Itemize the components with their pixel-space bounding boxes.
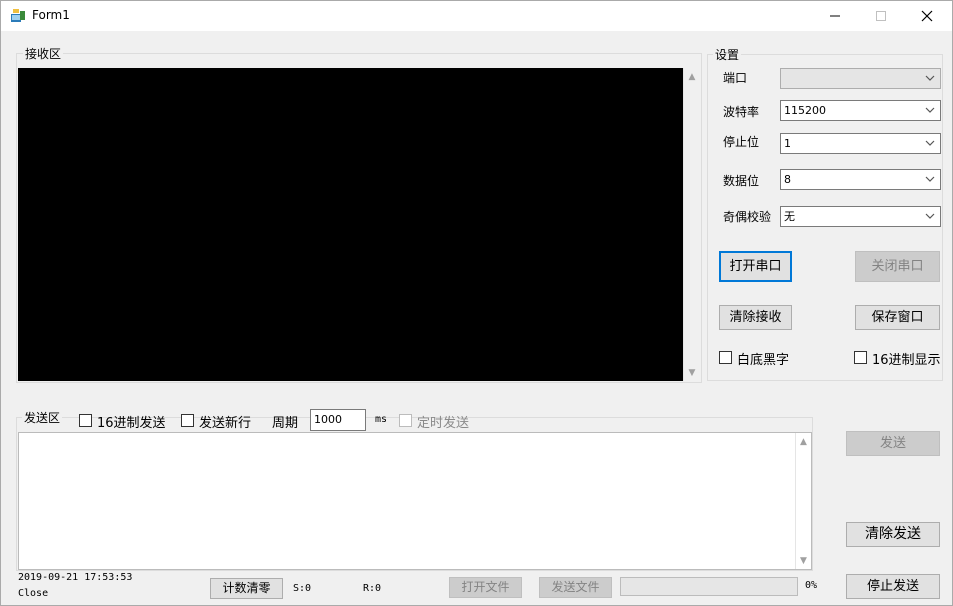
chevron-down-icon	[925, 176, 935, 182]
file-progress-bar	[620, 577, 798, 596]
save-window-button[interactable]: 保存窗口	[855, 305, 940, 330]
white-bg-checkbox[interactable]	[719, 351, 732, 364]
title-bar: Form1	[1, 1, 952, 31]
timed-send-checkbox[interactable]	[399, 414, 412, 427]
period-label: 周期	[272, 416, 299, 431]
scroll-down-icon[interactable]: ▼	[684, 367, 700, 379]
connection-state-text: Close	[18, 588, 49, 599]
send-newline-checkbox[interactable]	[181, 414, 194, 427]
main-window: Form1 接收区 ▲ ▼ 设置 端口 波特率 115200 停止位 1 数据位…	[0, 0, 953, 606]
close-icon	[921, 10, 933, 22]
baud-select[interactable]: 115200	[780, 100, 941, 121]
scroll-up-icon[interactable]: ▲	[796, 436, 811, 448]
datetime-text: 2019-09-21 17:53:53	[18, 572, 133, 583]
minimize-button[interactable]	[812, 1, 858, 31]
stopbits-select[interactable]: 1	[780, 133, 941, 154]
receive-textarea[interactable]	[18, 68, 683, 381]
stopbits-value: 1	[784, 137, 791, 150]
scroll-down-icon[interactable]: ▼	[796, 555, 811, 567]
databits-label: 数据位	[723, 174, 760, 188]
clear-receive-button[interactable]: 清除接收	[719, 305, 792, 330]
stop-send-button[interactable]: 停止发送	[846, 574, 940, 599]
chevron-down-icon	[925, 213, 935, 219]
clear-send-button[interactable]: 清除发送	[846, 522, 940, 547]
port-select[interactable]	[780, 68, 941, 89]
databits-value: 8	[784, 173, 791, 186]
close-window-button[interactable]	[904, 1, 950, 31]
port-label: 端口	[723, 71, 748, 85]
hex-send-label: 16进制发送	[97, 416, 166, 431]
open-file-button[interactable]: 打开文件	[449, 577, 522, 598]
minimize-icon	[830, 15, 840, 17]
receive-group-label: 接收区	[23, 45, 64, 62]
hex-display-checkbox[interactable]	[854, 351, 867, 364]
open-port-button[interactable]: 打开串口	[719, 251, 792, 282]
progress-percent-text: 0%	[805, 580, 818, 591]
hex-display-label: 16进制显示	[872, 353, 941, 368]
send-count-text: S:0	[293, 583, 312, 594]
white-bg-label: 白底黑字	[737, 353, 790, 368]
receive-count-text: R:0	[363, 583, 382, 594]
send-textarea[interactable]	[18, 432, 812, 570]
window-title: Form1	[32, 8, 70, 22]
stopbits-label: 停止位	[723, 135, 760, 149]
maximize-button[interactable]	[858, 1, 904, 31]
hex-send-checkbox[interactable]	[79, 414, 92, 427]
parity-value: 无	[784, 210, 795, 223]
timed-send-label: 定时发送	[417, 416, 470, 431]
send-file-button[interactable]: 发送文件	[539, 577, 612, 598]
parity-label: 奇偶校验	[723, 210, 772, 224]
app-icon	[10, 9, 26, 23]
ms-label: ms	[375, 414, 388, 425]
baud-value: 115200	[784, 104, 826, 117]
reset-count-button[interactable]: 计数清零	[210, 578, 283, 599]
chevron-down-icon	[925, 107, 935, 113]
databits-select[interactable]: 8	[780, 169, 941, 190]
parity-select[interactable]: 无	[780, 206, 941, 227]
send-group-label: 发送区	[22, 409, 63, 426]
settings-group-label: 设置	[713, 46, 742, 63]
chevron-down-icon	[925, 75, 935, 81]
send-button[interactable]: 发送	[846, 431, 940, 456]
scroll-up-icon[interactable]: ▲	[684, 71, 700, 83]
maximize-icon	[876, 11, 886, 21]
baud-label: 波特率	[723, 105, 760, 119]
send-scrollbar[interactable]: ▲ ▼	[795, 433, 811, 569]
send-newline-label: 发送新行	[199, 416, 252, 431]
receive-scrollbar[interactable]: ▲ ▼	[683, 68, 700, 381]
chevron-down-icon	[925, 140, 935, 146]
period-input[interactable]: 1000	[310, 409, 366, 431]
close-port-button[interactable]: 关闭串口	[855, 251, 940, 282]
